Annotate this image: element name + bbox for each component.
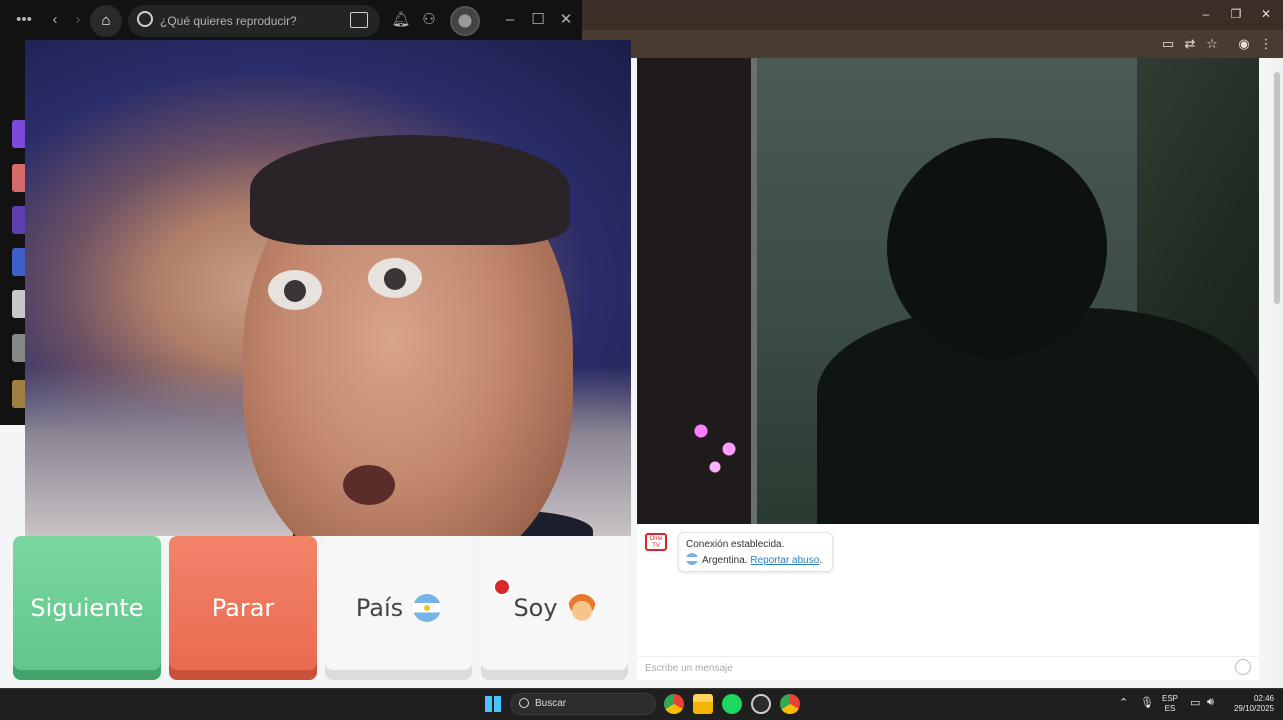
profile-icon[interactable]: ◉ [1233, 32, 1255, 56]
person-head-with-headphones [887, 138, 1107, 358]
mouth [343, 465, 395, 505]
browser-toolbar: ▭ ⇄ ☆ ◉ ⋮ [582, 30, 1283, 58]
rgb-lights [687, 413, 757, 473]
ometv-logo-icon: Ome TV [645, 533, 667, 551]
network-icon[interactable]: ▭ [1190, 696, 1200, 709]
country-name: Argentina. [702, 555, 748, 566]
spotify-library-sidebar [0, 40, 25, 425]
language-indicator[interactable]: ESP ES [1158, 694, 1182, 714]
emoji-picker-icon[interactable] [1235, 659, 1251, 675]
language-code: ESP [1161, 694, 1178, 703]
argentina-flag-icon [686, 553, 698, 565]
gender-button[interactable]: Soy [481, 536, 628, 680]
library-item[interactable] [12, 248, 25, 276]
taskbar-search-label: Buscar [535, 698, 567, 709]
connection-status: Conexión establecida. [686, 539, 785, 550]
stop-button-label: Parar [211, 594, 275, 622]
ometv-logo-text: Ome TV [649, 536, 663, 549]
back-arrow-icon[interactable]: ‹ [45, 0, 65, 40]
spotify-search-placeholder: ¿Qué quieres reproducir? [160, 14, 297, 28]
spotify-minimize-icon[interactable]: – [496, 0, 524, 40]
search-icon [137, 11, 153, 27]
friends-icon[interactable]: ⚇ [418, 0, 440, 40]
close-icon[interactable]: ✕ [1251, 0, 1281, 28]
hair [250, 135, 570, 245]
partner-video [25, 40, 631, 536]
maximize-icon[interactable]: ❐ [1221, 0, 1251, 28]
library-item[interactable] [12, 380, 25, 408]
right-eye [368, 258, 422, 298]
stop-button[interactable]: Parar [169, 536, 317, 680]
next-button[interactable]: Siguiente [13, 536, 161, 680]
report-suffix: . [819, 555, 823, 566]
volume-icon[interactable]: 🔊︎ [1207, 696, 1214, 709]
tray-chevron-icon[interactable]: ⌃ [1119, 696, 1128, 709]
translate-icon[interactable]: ⇄ [1179, 32, 1201, 56]
chrome-icon[interactable] [780, 694, 800, 714]
install-app-icon[interactable]: ▭ [1157, 32, 1179, 56]
message-input[interactable]: Escribe un mensaje [637, 656, 1259, 680]
boy-emoji-icon [567, 594, 596, 622]
country-line: Argentina. Reportar abuso. [686, 553, 825, 569]
clock-time: 02:46 [1253, 694, 1274, 703]
gender-button-label: Soy [513, 594, 558, 622]
bell-icon[interactable]: 🔔︎ [390, 0, 412, 40]
avatar[interactable] [450, 6, 480, 36]
forward-arrow-icon[interactable]: › [68, 0, 88, 40]
library-item[interactable] [12, 206, 25, 234]
report-abuse-link[interactable]: Reportar abuso [750, 555, 819, 566]
notification-badge-icon [493, 578, 511, 596]
library-item[interactable] [12, 164, 25, 192]
clock-date: 29/10/2025 [1233, 704, 1274, 713]
country-button-label: País [355, 594, 404, 622]
chrome-icon[interactable] [664, 694, 684, 714]
bookmark-star-icon[interactable]: ☆ [1201, 32, 1223, 56]
country-button[interactable]: País [325, 536, 472, 680]
file-explorer-icon[interactable] [693, 694, 713, 714]
argentina-flag-icon [413, 594, 442, 622]
library-item[interactable] [12, 334, 25, 362]
more-dots-icon[interactable]: ••• [10, 0, 38, 40]
system-message: Conexión establecida. Argentina. Reporta… [678, 532, 833, 572]
left-eye [268, 270, 322, 310]
library-item[interactable] [12, 120, 25, 148]
minimize-icon[interactable]: – [1191, 0, 1221, 28]
browser-menu-icon[interactable]: ⋮ [1255, 32, 1277, 56]
search-icon [519, 698, 529, 708]
home-icon[interactable]: ⌂ [90, 5, 122, 37]
scrollbar-thumb[interactable] [1274, 72, 1280, 304]
microphone-icon[interactable]: 🎙︎ [1140, 696, 1154, 709]
clock[interactable]: 02:46 29/10/2025 [1222, 694, 1274, 714]
windows-start-icon[interactable] [485, 696, 501, 712]
keyboard-code: ES [1164, 704, 1176, 713]
taskbar-search[interactable]: Buscar [510, 693, 656, 715]
library-item[interactable] [12, 290, 25, 318]
self-video [637, 58, 1259, 524]
app-icon[interactable] [751, 694, 771, 714]
message-input-placeholder: Escribe un mensaje [645, 663, 733, 674]
next-button-label: Siguiente [30, 594, 144, 622]
spotify-close-icon[interactable]: ✕ [552, 0, 580, 40]
spotify-search-input[interactable]: ¿Qué quieres reproducir? [128, 5, 380, 37]
browse-icon[interactable] [350, 12, 368, 28]
spotify-maximize-icon[interactable]: ☐ [524, 0, 552, 40]
spotify-icon[interactable] [722, 694, 742, 714]
browser-titlebar: – ❐ ✕ [582, 0, 1283, 30]
